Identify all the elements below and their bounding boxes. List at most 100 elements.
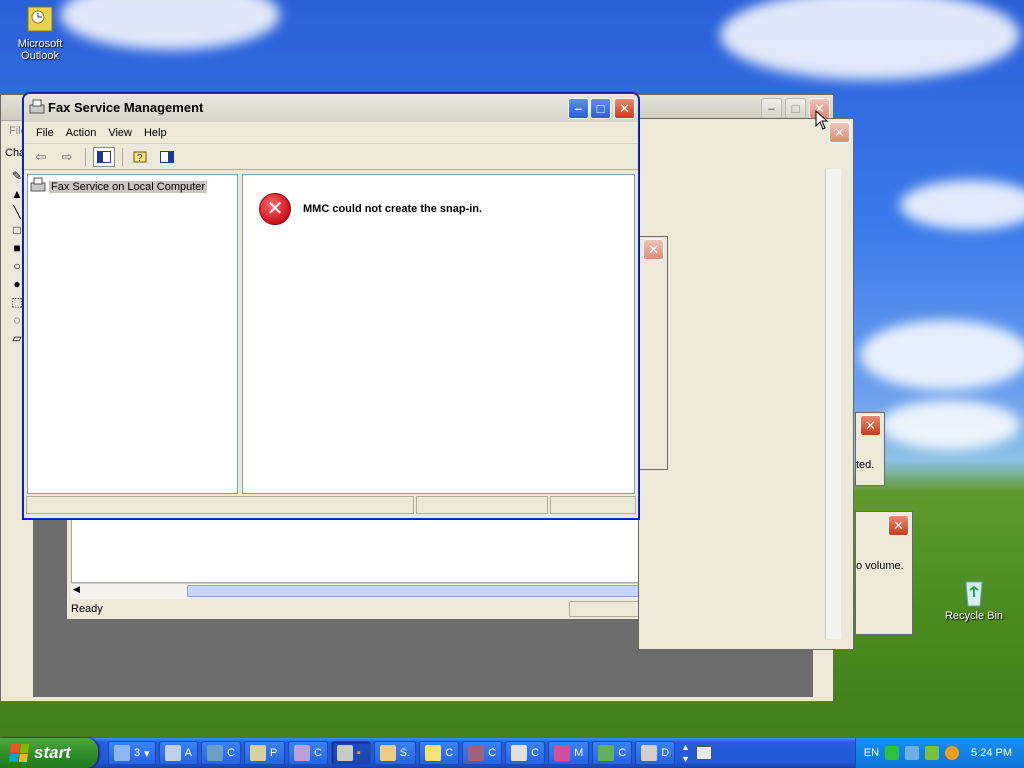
desktop-icon-label: Microsoft	[17, 38, 63, 50]
fax-icon	[336, 745, 353, 761]
fax-icon	[30, 177, 46, 196]
background-dialog-stack: ✕	[638, 118, 854, 650]
windows-logo-icon	[8, 744, 30, 762]
language-indicator[interactable]: EN	[864, 747, 879, 759]
toolbar: ⇦ ⇨ ?	[24, 144, 638, 170]
error-message-block: ✕ MMC could not create the snap-in.	[259, 193, 482, 225]
mouse-cursor-icon	[815, 109, 829, 133]
menu-action[interactable]: Action	[60, 127, 103, 139]
eraser-tool-icon[interactable]: ▱	[12, 331, 21, 345]
taskbar-item[interactable]: D	[635, 741, 676, 765]
fax-titlebar[interactable]: Fax Service Management – □ ✕	[24, 94, 638, 122]
taskbar-item[interactable]: C	[462, 741, 503, 765]
menu-view[interactable]: View	[102, 127, 138, 139]
taskbar-item[interactable]: C	[505, 741, 546, 765]
console-panes: Fax Service on Local Computer ✕ MMC coul…	[27, 174, 635, 494]
fax-service-window: Fax Service Management – □ ✕ File Action…	[23, 93, 639, 519]
status-panel	[550, 496, 636, 514]
quick-launch-group[interactable]: 3 ▾	[108, 741, 156, 765]
dialog-close-button[interactable]: ✕	[860, 415, 881, 436]
taskbar-item[interactable]: C	[287, 741, 328, 765]
dialog-text: o volume.	[856, 560, 904, 572]
tree-item-label: Fax Service on Local Computer	[49, 180, 208, 193]
minimize-button[interactable]: –	[568, 98, 589, 119]
background-dialog-4: ✕ o volume.	[855, 511, 913, 635]
svg-text:?: ?	[137, 153, 143, 164]
taskbar: start 3 ▾ A C P. C ▪ S. C C C M C D ▲ ▼ E…	[0, 738, 1024, 768]
tree-item-fax-service[interactable]: Fax Service on Local Computer	[30, 177, 235, 196]
status-panel	[26, 496, 414, 514]
recycle-bin-icon	[958, 576, 990, 608]
filled-ellipse-tool-icon[interactable]: ●	[13, 277, 20, 291]
desktop-icon-outlook[interactable]: Microsoft Outlook	[0, 4, 80, 62]
menu-bar: File Action View Help	[24, 122, 638, 144]
display-icon[interactable]	[905, 746, 920, 760]
taskbar-item-fax[interactable]: ▪	[330, 741, 371, 765]
taskbar-item[interactable]: S.	[373, 741, 417, 765]
dialog-text: ted.	[856, 459, 875, 471]
dialog-close-button[interactable]: ✕	[829, 122, 850, 143]
taskbar-item[interactable]: P.	[243, 741, 285, 765]
toolbar-separator	[122, 147, 123, 166]
menu-file[interactable]: File	[30, 127, 60, 139]
quick-launch-count: 3	[134, 747, 141, 759]
result-pane: ✕ MMC could not create the snap-in.	[242, 174, 635, 494]
cloud	[60, 0, 280, 50]
outlook-icon	[24, 4, 56, 36]
close-button[interactable]: ✕	[614, 98, 635, 119]
taskbar-item[interactable]: C	[419, 741, 460, 765]
start-label: start	[34, 743, 71, 762]
menu-help[interactable]: Help	[138, 127, 173, 139]
dialog-close-button[interactable]: ✕	[643, 239, 664, 260]
paint-icon	[249, 745, 266, 761]
network-status-icon[interactable]	[885, 746, 900, 760]
show-hide-tree-icon[interactable]	[93, 146, 115, 167]
setup-icon	[598, 745, 615, 761]
back-icon[interactable]: ⇦	[30, 147, 52, 167]
security-icon[interactable]	[925, 746, 940, 760]
taskbar-item-indicator: ▪	[356, 747, 361, 759]
help-icon[interactable]: ?	[130, 147, 152, 167]
desktop-icon-label: Recycle Bin	[944, 610, 1004, 622]
paint-minimize-button[interactable]: –	[761, 98, 782, 119]
forward-icon[interactable]: ⇨	[56, 147, 78, 167]
taskbar-item[interactable]: C	[592, 741, 633, 765]
scan-icon	[379, 745, 396, 761]
cloud	[860, 320, 1024, 390]
fill-tool-icon[interactable]: ▲	[11, 187, 23, 201]
chevron-down-icon: ▾	[144, 747, 150, 760]
window-title: Fax Service Management	[48, 100, 204, 115]
dialog-scrollbar[interactable]	[825, 169, 841, 639]
clock[interactable]: 5:24 PM	[971, 747, 1012, 759]
toolbar-separator	[85, 147, 86, 166]
ellipse-tool-icon[interactable]: ○	[13, 259, 20, 273]
start-button[interactable]: start	[0, 738, 98, 768]
search-icon[interactable]	[945, 746, 960, 760]
show-hide-action-pane-icon[interactable]	[156, 147, 178, 167]
cloud	[720, 0, 1020, 80]
keyboard-icon[interactable]	[696, 746, 713, 760]
desktop-icon-recycle-bin[interactable]: Recycle Bin	[934, 576, 1014, 622]
pencil-tool-icon[interactable]: ✎	[12, 169, 22, 183]
taskbar-item[interactable]: A	[158, 741, 198, 765]
freeform-select-tool-icon[interactable]: ◌	[13, 313, 20, 327]
rect-tool-icon[interactable]: □	[13, 223, 20, 237]
line-tool-icon[interactable]: ╲	[13, 205, 20, 219]
taskbar-item[interactable]: M	[548, 741, 590, 765]
paint-maximize-button[interactable]: □	[785, 98, 806, 119]
status-panel	[416, 496, 548, 514]
hscroll-thumb[interactable]	[187, 585, 699, 597]
filled-rect-tool-icon[interactable]: ■	[13, 241, 20, 255]
desktop-icon-label: Outlook	[21, 50, 59, 62]
system-tray: EN 5:24 PM	[854, 738, 1024, 768]
taskbar-item[interactable]: C	[201, 741, 241, 765]
dialog-close-button[interactable]: ✕	[888, 515, 909, 536]
select-tool-icon[interactable]: ⬚	[11, 295, 22, 309]
error-icon: ✕	[259, 193, 291, 225]
taskbar-scroll[interactable]: ▲ ▼	[681, 741, 690, 765]
fax-app-icon	[29, 99, 45, 118]
maximize-button[interactable]: □	[590, 98, 611, 119]
disk-icon	[641, 745, 658, 761]
scroll-left-icon[interactable]: ◀	[73, 584, 80, 595]
document-icon	[511, 745, 528, 761]
